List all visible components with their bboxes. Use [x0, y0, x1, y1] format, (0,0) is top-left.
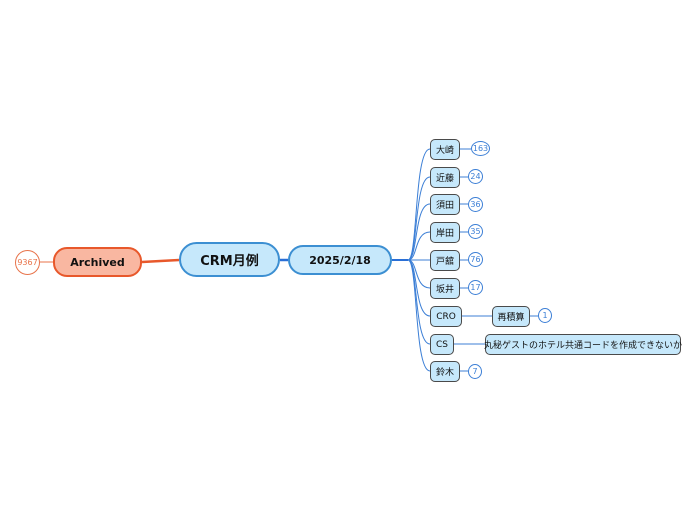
member-node-kishida[interactable]: 岸田	[430, 222, 460, 243]
count-badge: 36	[468, 197, 483, 212]
count-badge: 1	[538, 308, 552, 323]
member-node-todate[interactable]: 戸舘	[430, 250, 460, 271]
member-node-sakai[interactable]: 坂井	[430, 278, 460, 299]
date-topic[interactable]: 2025/2/18	[288, 245, 392, 275]
count-badge: 24	[468, 169, 483, 184]
member-node-cro[interactable]: CRO	[430, 306, 462, 327]
date-topic-label: 2025/2/18	[309, 253, 371, 267]
count-badge: 17	[468, 280, 483, 295]
central-topic-label: CRM月例	[200, 254, 259, 269]
cs-child-node[interactable]: 丸秘ゲストのホテル共通コードを作成できないか	[484, 334, 682, 355]
count-badge: 76	[468, 252, 483, 267]
branch-link	[407, 259, 431, 345]
member-node-cs[interactable]: CS	[430, 334, 454, 355]
member-node-suda[interactable]: 須田	[430, 194, 460, 215]
archived-node[interactable]: Archived	[53, 247, 142, 277]
member-node-osaki[interactable]: 大崎	[430, 139, 460, 160]
link-archived-central	[141, 258, 180, 264]
central-topic[interactable]: CRM月例	[179, 242, 280, 277]
count-badge: 163	[471, 141, 490, 156]
archived-count-badge: 9367	[15, 250, 40, 275]
archived-label: Archived	[70, 255, 125, 269]
member-node-suzuki[interactable]: 鈴木	[430, 361, 460, 382]
count-badge: 7	[468, 364, 482, 379]
cro-child-node[interactable]: 再積算	[492, 306, 530, 327]
count-badge: 35	[468, 224, 483, 239]
member-node-kondo[interactable]: 近藤	[430, 167, 460, 188]
